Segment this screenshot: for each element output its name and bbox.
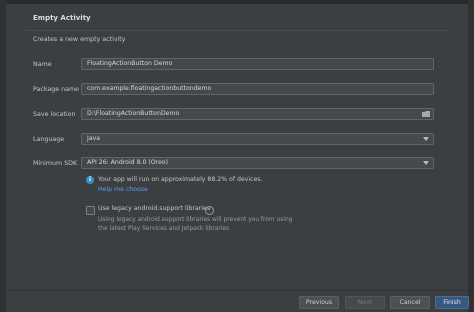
- language-select-value: Java: [87, 135, 101, 142]
- language-label: Language: [33, 136, 65, 143]
- chevron-down-icon: [423, 161, 429, 165]
- package-name-label: Package name: [33, 86, 79, 93]
- window-right-edge: [468, 0, 474, 312]
- legacy-note-line-2: the latest Play Services and Jetpack lib…: [98, 225, 230, 232]
- folder-icon[interactable]: [422, 111, 430, 117]
- page-title: Empty Activity: [33, 14, 91, 22]
- legacy-support-note: Using legacy android.support libraries w…: [98, 216, 328, 233]
- previous-button[interactable]: Previous: [299, 296, 339, 309]
- dialog-content: [6, 4, 468, 290]
- cancel-button[interactable]: Cancel: [390, 296, 430, 309]
- footer-divider: [6, 290, 468, 291]
- next-button[interactable]: Next: [345, 296, 385, 309]
- legacy-note-line-1: Using legacy android.support libraries w…: [98, 217, 293, 223]
- legacy-support-checkbox[interactable]: [86, 206, 95, 215]
- info-icon: i: [86, 176, 94, 184]
- chevron-down-icon: [423, 137, 429, 141]
- save-location-field-value: D:\FloatingActionButtonDemo: [87, 110, 180, 117]
- save-location-label: Save location: [33, 111, 76, 118]
- help-question-icon[interactable]: ?: [205, 206, 214, 215]
- package-name-field-value: com.example.floatingactionbuttondemo: [87, 85, 212, 92]
- language-select[interactable]: Java: [81, 133, 434, 145]
- minimum-sdk-select[interactable]: API 26: Android 8.0 (Oreo): [81, 157, 434, 169]
- name-field-value: FloatingActionButton Demo: [87, 60, 173, 67]
- title-divider: [26, 30, 450, 31]
- page-subtitle: Creates a new empty activity: [33, 36, 126, 43]
- device-coverage-text: Your app will run on approximately 88.2%…: [98, 176, 263, 183]
- minimum-sdk-select-value: API 26: Android 8.0 (Oreo): [87, 159, 169, 166]
- name-field[interactable]: FloatingActionButton Demo: [81, 58, 434, 70]
- save-location-field[interactable]: D:\FloatingActionButtonDemo: [81, 108, 434, 120]
- package-name-field[interactable]: com.example.floatingactionbuttondemo: [81, 83, 434, 95]
- minimum-sdk-label: Minimum SDK: [33, 160, 78, 167]
- name-label: Name: [33, 61, 52, 68]
- legacy-support-label[interactable]: Use legacy android.support libraries: [98, 205, 210, 212]
- finish-button[interactable]: Finish: [435, 296, 469, 309]
- help-me-choose-link[interactable]: Help me choose: [98, 186, 148, 193]
